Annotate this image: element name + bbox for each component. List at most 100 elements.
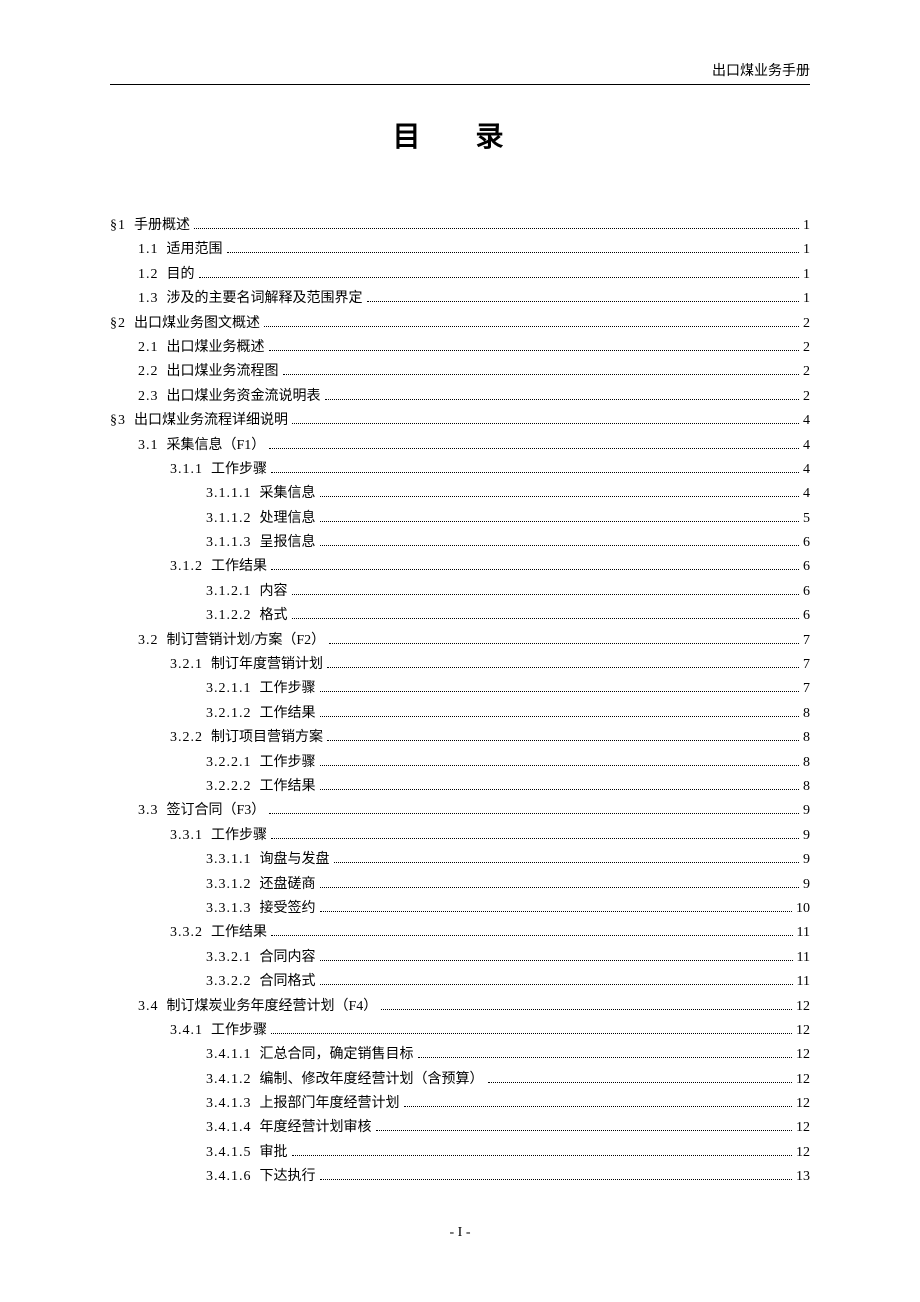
toc-leader-dots [418, 1057, 793, 1058]
toc-entry[interactable]: 1.1适用范围1 [110, 239, 810, 261]
toc-entry-number: 3.2.2.1 [206, 752, 260, 774]
toc-entry-number: 3.3 [138, 800, 167, 822]
toc-entry-label: 询盘与发盘 [260, 849, 330, 871]
toc-entry[interactable]: 3.4.1.3上报部门年度经营计划12 [110, 1093, 810, 1115]
toc-entry[interactable]: 3.3.2.1合同内容11 [110, 947, 810, 969]
toc-entry-number: 3.2 [138, 630, 167, 652]
toc-entry[interactable]: 3.3签订合同（F3）9 [110, 800, 810, 822]
toc-entry-number: §2 [110, 313, 134, 335]
toc-entry[interactable]: 3.1.1.2处理信息5 [110, 508, 810, 530]
toc-entry-number: 1.2 [138, 264, 167, 286]
toc-entry[interactable]: 1.2目的1 [110, 264, 810, 286]
toc-entry-page: 2 [803, 337, 810, 359]
toc-leader-dots [271, 935, 793, 936]
toc-leader-dots [334, 862, 800, 863]
toc-leader-dots [327, 667, 799, 668]
toc-entry[interactable]: §3出口煤业务流程详细说明4 [110, 410, 810, 432]
toc-entry-number: 2.1 [138, 337, 167, 359]
toc-entry[interactable]: 3.4.1工作步骤12 [110, 1020, 810, 1042]
toc-entry-number: 3.4.1.6 [206, 1166, 260, 1188]
toc-entry-number: 3.1.1.3 [206, 532, 260, 554]
toc-entry-label: 制订年度营销计划 [211, 654, 323, 676]
toc-entry-label: 审批 [260, 1142, 288, 1164]
toc-leader-dots [264, 326, 799, 327]
toc-entry[interactable]: 3.4制订煤炭业务年度经营计划（F4）12 [110, 996, 810, 1018]
toc-entry[interactable]: 3.3.1工作步骤9 [110, 825, 810, 847]
toc-leader-dots [271, 569, 799, 570]
toc-entry[interactable]: 3.2.1.1工作步骤7 [110, 678, 810, 700]
toc-entry[interactable]: 3.4.1.5审批12 [110, 1142, 810, 1164]
toc-entry[interactable]: 3.3.1.3接受签约10 [110, 898, 810, 920]
toc-entry[interactable]: 3.2.2.1工作步骤8 [110, 752, 810, 774]
toc-leader-dots [292, 423, 799, 424]
toc-entry[interactable]: 1.3涉及的主要名词解释及范围界定 1 [110, 288, 810, 310]
toc-entry[interactable]: 3.2制订营销计划/方案（F2）7 [110, 630, 810, 652]
toc-entry-label: 格式 [260, 605, 288, 627]
toc-leader-dots [320, 789, 800, 790]
toc-leader-dots [271, 472, 799, 473]
toc-leader-dots [381, 1009, 792, 1010]
toc-entry[interactable]: 3.4.1.4年度经营计划审核12 [110, 1117, 810, 1139]
toc-entry[interactable]: 3.3.1.1询盘与发盘9 [110, 849, 810, 871]
toc-entry-number: 3.4.1.3 [206, 1093, 260, 1115]
toc-entry[interactable]: 3.4.1.6下达执行13 [110, 1166, 810, 1188]
toc-entry[interactable]: 3.1.1.3呈报信息6 [110, 532, 810, 554]
toc-leader-dots [283, 374, 800, 375]
toc-entry-page: 2 [803, 386, 810, 408]
toc-entry-label: 接受签约 [260, 898, 316, 920]
toc-entry[interactable]: 3.1.1工作步骤4 [110, 459, 810, 481]
toc-entry[interactable]: 3.2.1制订年度营销计划7 [110, 654, 810, 676]
toc-entry-number: 3.1.2.2 [206, 605, 260, 627]
toc-entry-number: §1 [110, 215, 134, 237]
toc-entry-page: 1 [803, 215, 810, 237]
toc-entry[interactable]: 3.2.2.2工作结果8 [110, 776, 810, 798]
toc-entry[interactable]: 2.3出口煤业务资金流说明表2 [110, 386, 810, 408]
toc-entry-page: 4 [803, 435, 810, 457]
page: 出口煤业务手册 目 录 §1手册概述11.1适用范围11.2目的11.3涉及的主… [0, 0, 920, 1281]
toc-entry-page: 6 [803, 605, 810, 627]
toc-entry-label: 涉及的主要名词解释及范围界定 [167, 288, 363, 310]
toc-entry-number: 3.1.2 [170, 556, 211, 578]
toc-entry-label: 合同内容 [260, 947, 316, 969]
toc-entry-page: 12 [796, 996, 810, 1018]
toc-entry-page: 1 [803, 239, 810, 261]
toc-entry-number: 1.3 [138, 288, 167, 310]
toc-leader-dots [292, 618, 800, 619]
toc-entry-label: 处理信息 [260, 508, 316, 530]
toc-leader-dots [269, 813, 799, 814]
toc-leader-dots [320, 496, 800, 497]
toc-entry[interactable]: 3.2.1.2工作结果8 [110, 703, 810, 725]
toc-entry-label: 汇总合同，确定销售目标 [260, 1044, 414, 1066]
toc-entry[interactable]: 3.1.1.1采集信息4 [110, 483, 810, 505]
toc-leader-dots [269, 350, 800, 351]
toc-leader-dots [320, 545, 800, 546]
toc-entry-page: 11 [797, 922, 810, 944]
toc-entry[interactable]: §2出口煤业务图文概述2 [110, 313, 810, 335]
toc-entry[interactable]: 3.3.1.2还盘磋商9 [110, 874, 810, 896]
toc-entry-page: 13 [796, 1166, 810, 1188]
toc-entry[interactable]: 3.1采集信息（F1）4 [110, 435, 810, 457]
toc-leader-dots [404, 1106, 793, 1107]
toc-entry[interactable]: 3.3.2.2合同格式11 [110, 971, 810, 993]
toc-entry-number: 3.3.2 [170, 922, 211, 944]
toc-entry-label: 出口煤业务图文概述 [134, 313, 260, 335]
toc-entry-number: 3.2.1 [170, 654, 211, 676]
toc-entry[interactable]: §1手册概述1 [110, 215, 810, 237]
toc-entry[interactable]: 3.3.2工作结果11 [110, 922, 810, 944]
toc-entry[interactable]: 3.1.2.1内容6 [110, 581, 810, 603]
toc-entry[interactable]: 2.2出口煤业务流程图2 [110, 361, 810, 383]
toc-entry[interactable]: 3.2.2制订项目营销方案8 [110, 727, 810, 749]
toc-entry[interactable]: 3.1.2.2格式 6 [110, 605, 810, 627]
toc-leader-dots [320, 887, 800, 888]
toc-entry-page: 1 [803, 288, 810, 310]
toc-entry-number: 3.1 [138, 435, 167, 457]
toc-entry[interactable]: 2.1出口煤业务概述2 [110, 337, 810, 359]
toc-entry[interactable]: 3.4.1.1汇总合同，确定销售目标12 [110, 1044, 810, 1066]
toc-entry[interactable]: 3.1.2工作结果6 [110, 556, 810, 578]
toc-entry-number: 3.3.1.3 [206, 898, 260, 920]
toc-entry[interactable]: 3.4.1.2编制、修改年度经营计划（含预算）12 [110, 1069, 810, 1091]
toc-entry-page: 8 [803, 703, 810, 725]
toc-entry-number: 3.3.1 [170, 825, 211, 847]
toc-entry-page: 1 [803, 264, 810, 286]
toc-entry-number: 3.4.1 [170, 1020, 211, 1042]
